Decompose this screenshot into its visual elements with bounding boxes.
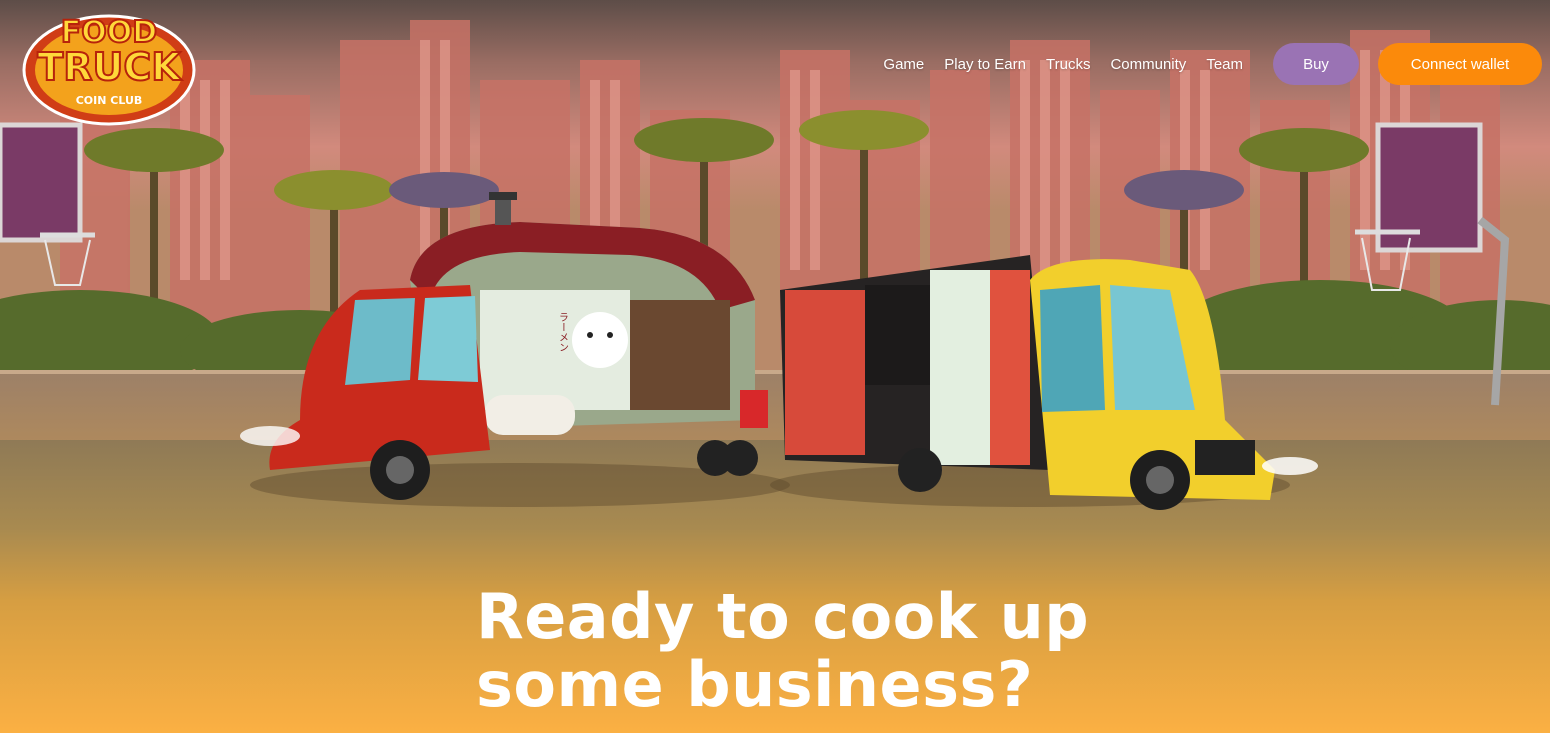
- hero-title-line-2: some business?: [476, 648, 1034, 721]
- court-area: [0, 370, 1550, 450]
- nav-link-team[interactable]: Team: [1206, 56, 1243, 73]
- svg-text:TRUCK: TRUCK: [37, 45, 182, 89]
- hero-title-line-1: Ready to cook up: [476, 580, 1090, 653]
- nav-link-community[interactable]: Community: [1110, 56, 1186, 73]
- buy-button[interactable]: Buy: [1273, 43, 1359, 85]
- food-truck-coin-club-logo[interactable]: FOOD TRUCK COIN CLUB: [6, 0, 212, 128]
- svg-text:COIN CLUB: COIN CLUB: [76, 94, 143, 107]
- nav-link-play-to-earn[interactable]: Play to Earn: [944, 56, 1026, 73]
- hero-title: Ready to cook up some business?: [476, 583, 1089, 719]
- ramen-sign-text: ラーメン: [557, 312, 568, 352]
- nav-link-trucks[interactable]: Trucks: [1046, 56, 1090, 73]
- nav-link-game[interactable]: Game: [883, 56, 924, 73]
- main-nav: Game Play to Earn Trucks Community Team …: [863, 42, 1542, 86]
- connect-wallet-button[interactable]: Connect wallet: [1378, 43, 1542, 85]
